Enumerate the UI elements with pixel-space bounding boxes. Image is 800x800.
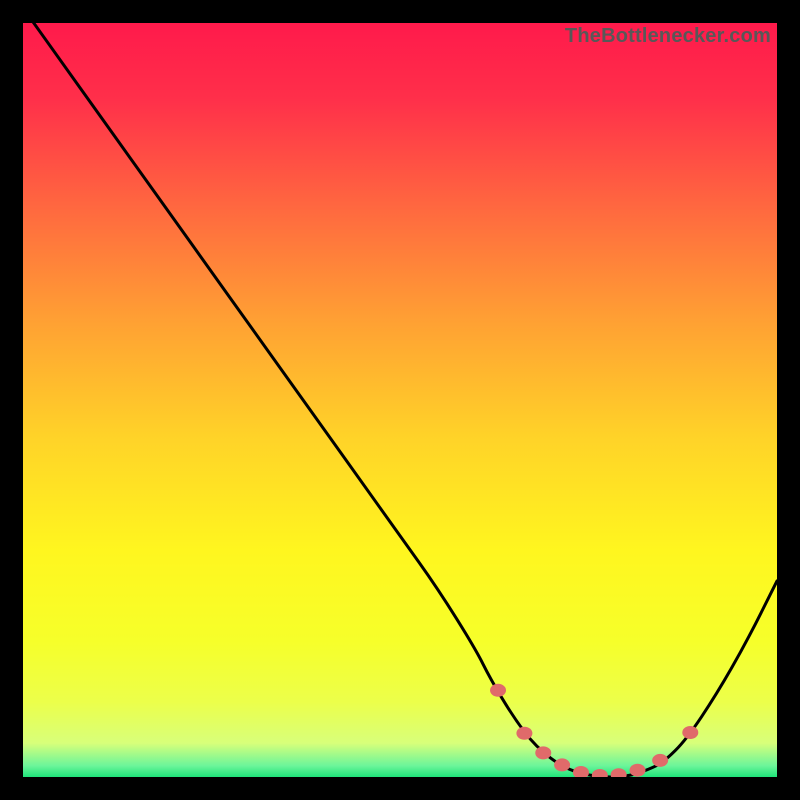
highlight-dot <box>652 754 668 767</box>
attribution-label: TheBottlenecker.com <box>565 25 771 48</box>
highlight-dot <box>535 746 551 759</box>
bottleneck-chart <box>23 23 777 777</box>
chart-frame: TheBottlenecker.com <box>23 23 777 777</box>
highlight-dot <box>554 758 570 771</box>
highlight-dot <box>682 726 698 739</box>
highlight-dot <box>490 684 506 697</box>
gradient-background <box>23 23 777 777</box>
highlight-dot <box>516 727 532 740</box>
highlight-dot <box>630 764 646 777</box>
